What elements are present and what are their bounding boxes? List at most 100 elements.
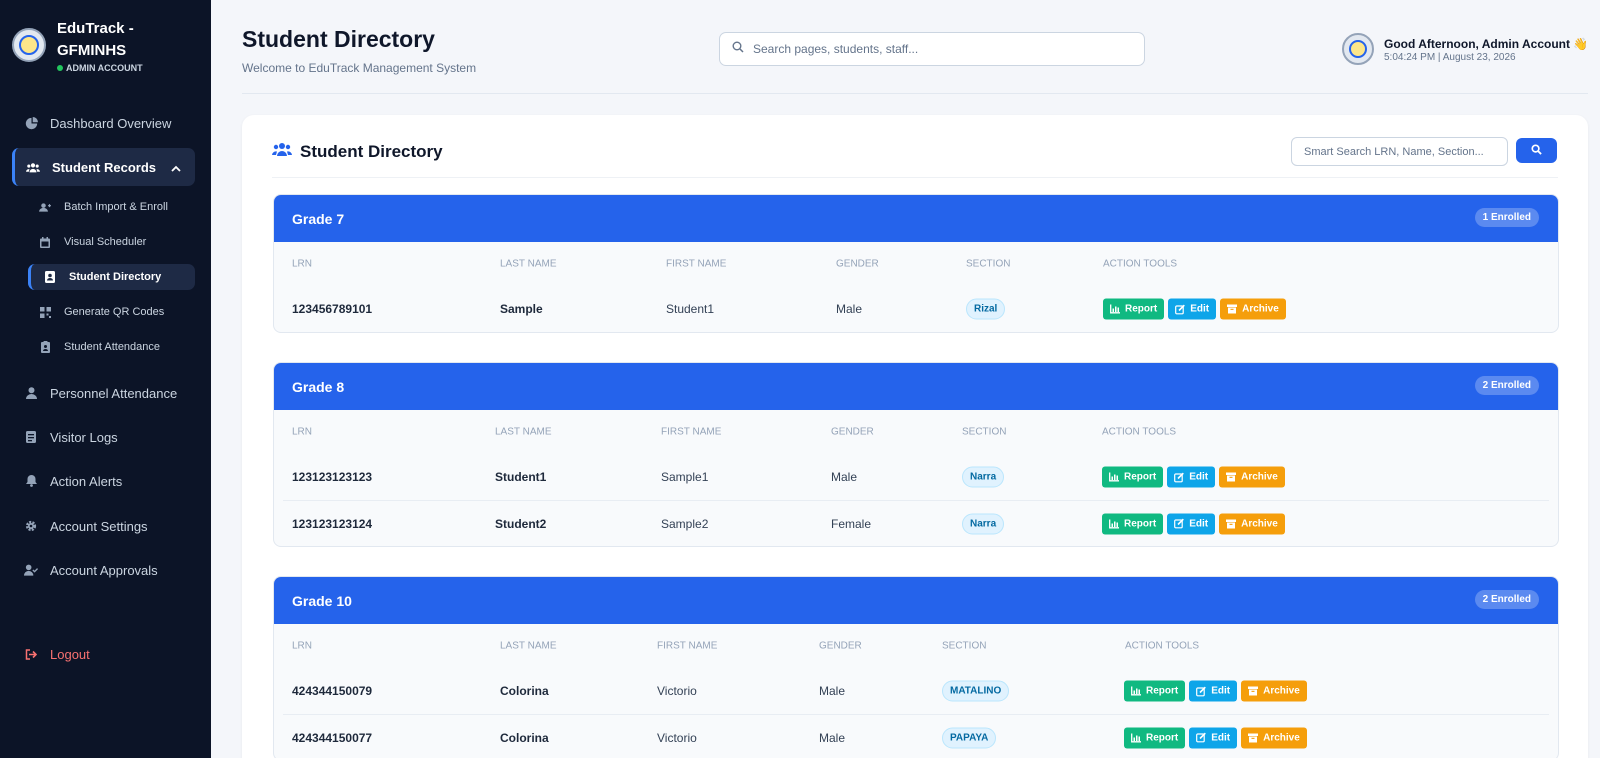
enrolled-badge: 2 Enrolled bbox=[1474, 590, 1539, 609]
enrolled-badge: 2 Enrolled bbox=[1474, 376, 1539, 395]
report-button[interactable]: Report bbox=[1102, 513, 1164, 534]
first-name-cell: Student1 bbox=[666, 302, 715, 316]
archive-button[interactable]: Archive bbox=[1219, 466, 1285, 488]
gender-cell: Male bbox=[836, 302, 863, 316]
sidebar-item-account-settings[interactable]: Account Settings bbox=[0, 506, 211, 546]
column-header-first-name: FIRST NAME bbox=[657, 640, 718, 652]
smart-search-input[interactable] bbox=[1291, 137, 1508, 166]
sidebar-item-visitor-logs[interactable]: Visitor Logs bbox=[0, 417, 211, 457]
lrn-cell: 424344150079 bbox=[292, 684, 373, 698]
sidebar-subitem-generate-qr[interactable]: Generate QR Codes bbox=[28, 299, 195, 325]
grade-group: Grade 7 1 Enrolled LRN LAST NAME FIRST N… bbox=[273, 194, 1559, 333]
edit-button[interactable]: Edit bbox=[1167, 466, 1216, 488]
table-row: 123123123124 Student2 Sample2 Female Nar… bbox=[283, 500, 1549, 546]
sidebar-subitem-visual-scheduler[interactable]: Visual Scheduler bbox=[28, 229, 195, 255]
section-badge: Rizal bbox=[966, 298, 1006, 320]
sidebar-subitem-label: Batch Import & Enroll bbox=[64, 201, 168, 213]
sidebar-subitem-label: Student Attendance bbox=[64, 341, 161, 353]
report-button[interactable]: Report bbox=[1102, 466, 1164, 488]
archive-icon bbox=[1248, 733, 1259, 742]
last-name-cell: Colorina bbox=[500, 730, 549, 745]
search-button[interactable] bbox=[1516, 138, 1557, 163]
archive-label: Archive bbox=[1263, 732, 1300, 743]
edit-button[interactable]: Edit bbox=[1189, 727, 1238, 748]
global-search[interactable] bbox=[719, 32, 1145, 66]
edit-button[interactable]: Edit bbox=[1189, 680, 1238, 702]
sidebar-subitem-student-attendance[interactable]: Student Attendance bbox=[28, 334, 195, 360]
global-search-input[interactable] bbox=[753, 42, 1133, 56]
report-label: Report bbox=[1146, 732, 1179, 743]
edit-label: Edit bbox=[1190, 303, 1210, 315]
sidebar-item-label: Visitor Logs bbox=[50, 429, 118, 445]
column-header-lrn: LRN bbox=[292, 426, 313, 438]
page-subtitle: Welcome to EduTrack Management System bbox=[242, 61, 477, 75]
chart-icon bbox=[1131, 733, 1141, 742]
archive-button[interactable]: Archive bbox=[1241, 680, 1307, 702]
logout-button[interactable]: Logout bbox=[0, 634, 211, 674]
sidebar-item-dashboard[interactable]: Dashboard Overview bbox=[0, 103, 211, 143]
grade-title: Grade 7 bbox=[292, 210, 345, 227]
column-header-last-name: LAST NAME bbox=[500, 640, 557, 652]
table-header: LRN LAST NAME FIRST NAME GENDER SECTION … bbox=[274, 410, 1558, 454]
first-name-cell: Victorio bbox=[657, 730, 697, 745]
page-title: Student Directory bbox=[242, 26, 435, 52]
school-logo bbox=[12, 28, 46, 62]
edit-label: Edit bbox=[1211, 732, 1231, 743]
sidebar-item-student-records[interactable]: Student Records bbox=[12, 148, 195, 186]
sidebar-item-account-approvals[interactable]: Account Approvals bbox=[0, 550, 211, 590]
sidebar-item-personnel-attendance[interactable]: Personnel Attendance bbox=[0, 373, 211, 413]
chart-icon bbox=[1131, 686, 1141, 696]
archive-label: Archive bbox=[1242, 303, 1279, 315]
column-header-first-name: FIRST NAME bbox=[666, 258, 727, 270]
user-check-icon bbox=[24, 563, 38, 577]
archive-button[interactable]: Archive bbox=[1219, 513, 1285, 534]
grade-header: Grade 7 1 Enrolled bbox=[274, 195, 1558, 242]
sidebar-item-label: Dashboard Overview bbox=[50, 115, 172, 131]
edit-label: Edit bbox=[1189, 471, 1209, 483]
action-tools: Report Edit Archive bbox=[1102, 513, 1285, 534]
report-button[interactable]: Report bbox=[1124, 680, 1186, 702]
table-header: LRN LAST NAME FIRST NAME GENDER SECTION … bbox=[274, 242, 1558, 286]
sidebar-item-label: Account Approvals bbox=[50, 562, 158, 578]
student-directory-card: Student Directory Grade 7 1 Enrolled LRN… bbox=[242, 115, 1588, 758]
table-row: 424344150077 Colorina Victorio Male PAPA… bbox=[283, 714, 1549, 758]
pie-chart-icon bbox=[24, 116, 38, 130]
enrolled-badge: 1 Enrolled bbox=[1474, 208, 1539, 227]
search-icon bbox=[732, 40, 744, 58]
column-header-actions: ACTION TOOLS bbox=[1102, 426, 1177, 438]
column-header-lrn: LRN bbox=[292, 640, 313, 652]
user-plus-icon bbox=[39, 201, 51, 213]
card-title: Student Directory bbox=[300, 142, 443, 161]
report-button[interactable]: Report bbox=[1103, 298, 1165, 320]
grade-group: Grade 8 2 Enrolled LRN LAST NAME FIRST N… bbox=[273, 362, 1559, 547]
table-row: 123456789101 Sample Student1 Male Rizal … bbox=[274, 286, 1558, 332]
last-name-cell: Colorina bbox=[500, 684, 549, 698]
chevron-up-icon bbox=[171, 160, 181, 175]
archive-label: Archive bbox=[1241, 471, 1278, 483]
sidebar-item-action-alerts[interactable]: Action Alerts bbox=[0, 461, 211, 501]
sidebar-subitem-batch-import[interactable]: Batch Import & Enroll bbox=[28, 194, 195, 220]
report-button[interactable]: Report bbox=[1124, 727, 1186, 748]
first-name-cell: Victorio bbox=[657, 684, 697, 698]
archive-icon bbox=[1226, 472, 1237, 482]
edit-button[interactable]: Edit bbox=[1168, 298, 1217, 320]
archive-icon bbox=[1226, 519, 1237, 528]
avatar[interactable] bbox=[1342, 33, 1374, 65]
gender-cell: Male bbox=[819, 684, 846, 698]
action-tools: Report Edit Archive bbox=[1102, 466, 1285, 488]
sidebar-subitem-student-directory[interactable]: Student Directory bbox=[28, 264, 195, 290]
account-role-label: ADMIN ACCOUNT bbox=[66, 63, 143, 73]
column-header-section: SECTION bbox=[962, 426, 1007, 438]
section-badge: PAPAYA bbox=[942, 727, 997, 748]
column-header-lrn: LRN bbox=[292, 258, 313, 270]
edit-label: Edit bbox=[1211, 685, 1231, 697]
grade-title: Grade 8 bbox=[292, 378, 345, 395]
archive-button[interactable]: Archive bbox=[1241, 727, 1307, 748]
edit-button[interactable]: Edit bbox=[1167, 513, 1216, 534]
sidebar-item-label: Account Settings bbox=[50, 518, 148, 534]
clipboard-icon bbox=[24, 430, 38, 444]
section-badge: Narra bbox=[962, 466, 1005, 488]
clipboard-user-icon bbox=[39, 341, 51, 353]
column-header-actions: ACTION TOOLS bbox=[1125, 640, 1200, 652]
archive-button[interactable]: Archive bbox=[1220, 298, 1286, 320]
